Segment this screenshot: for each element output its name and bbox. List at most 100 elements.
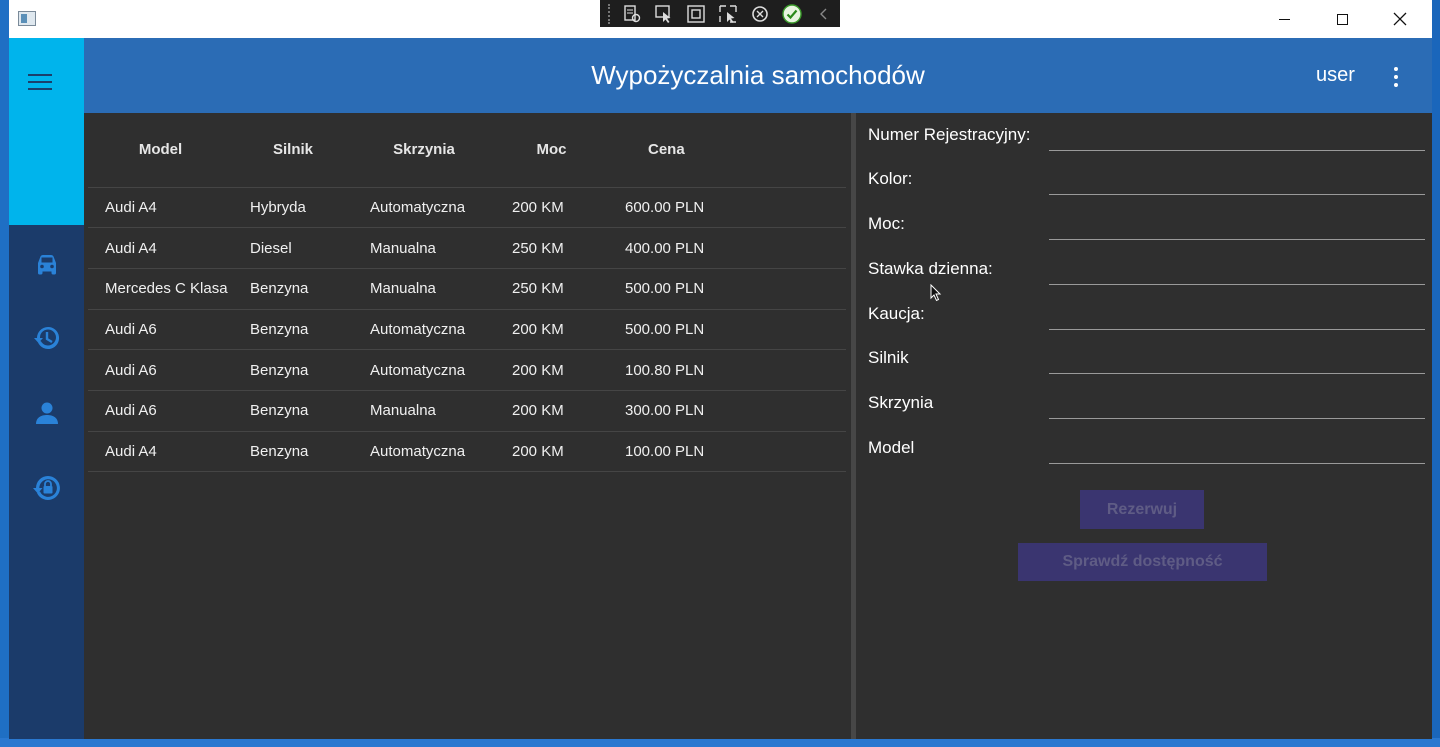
app-window: Wypożyczalnia samochodów user Model Siln… — [9, 0, 1432, 739]
reserve-button[interactable]: Rezerwuj — [1080, 490, 1204, 529]
cell-power: 200 KM — [495, 187, 608, 229]
close-button[interactable] — [1371, 0, 1429, 38]
hamburger-menu-icon[interactable] — [28, 74, 52, 90]
cell-gearbox: Manualna — [353, 227, 495, 269]
check-availability-button[interactable]: Sprawdź dostępność — [1018, 543, 1267, 581]
engine-label: Silnik — [868, 348, 909, 367]
cell-gearbox: Manualna — [353, 268, 495, 310]
toolbar-grip[interactable] — [608, 3, 613, 24]
menu-toggle-area — [9, 38, 84, 225]
cell-model: Audi A6 — [88, 390, 233, 432]
form-row-registration: Numer Rejestracyjny: — [856, 113, 1432, 157]
more-options-icon[interactable] — [1386, 65, 1406, 89]
page-title: Wypożyczalnia samochodów — [591, 60, 925, 90]
cell-gearbox: Manualna — [353, 390, 495, 432]
cell-model: Audi A4 — [88, 187, 233, 229]
person-icon[interactable] — [29, 395, 65, 431]
car-details-form: Numer Rejestracyjny: Kolor: Moc: Stawka … — [856, 113, 1432, 739]
cell-engine: Benzyna — [233, 268, 353, 310]
lock-reset-icon[interactable] — [29, 470, 65, 506]
column-header-price[interactable]: Cena — [608, 113, 846, 188]
close-icon — [1393, 12, 1407, 26]
cars-table: Model Silnik Skrzynia Moc Cena Audi A4 H… — [88, 113, 846, 473]
cell-price: 600.00 PLN — [608, 187, 846, 229]
binding-failures-ok-icon[interactable] — [779, 3, 805, 25]
cell-price: 300.00 PLN — [608, 390, 846, 432]
engine-field[interactable] — [1049, 338, 1425, 374]
cars-table-panel: Model Silnik Skrzynia Moc Cena Audi A4 H… — [84, 113, 852, 739]
cell-power: 250 KM — [495, 227, 608, 269]
cell-model: Audi A4 — [88, 227, 233, 269]
cell-engine: Benzyna — [233, 349, 353, 391]
model-field[interactable] — [1049, 428, 1425, 464]
color-field[interactable] — [1049, 159, 1425, 195]
maximize-icon — [1336, 13, 1348, 25]
cell-power: 200 KM — [495, 349, 608, 391]
table-row[interactable]: Audi A4 Hybryda Automatyczna 200 KM 600.… — [88, 187, 846, 229]
cell-model: Mercedes C Klasa — [88, 268, 233, 310]
cell-engine: Benzyna — [233, 431, 353, 473]
cell-power: 200 KM — [495, 431, 608, 473]
table-row[interactable]: Audi A6 Benzyna Automatyczna 200 KM 500.… — [88, 309, 846, 351]
table-row[interactable]: Audi A6 Benzyna Manualna 200 KM 300.00 P… — [88, 390, 846, 432]
model-label: Model — [868, 438, 915, 457]
desktop-background-bottom — [0, 738, 1440, 747]
form-row-deposit: Kaucja: — [856, 292, 1432, 336]
cell-price: 500.00 PLN — [608, 309, 846, 351]
cell-gearbox: Automatyczna — [353, 309, 495, 351]
cell-engine: Benzyna — [233, 309, 353, 351]
power-field[interactable] — [1049, 204, 1425, 240]
select-element-icon[interactable] — [651, 3, 677, 25]
registration-label: Numer Rejestracyjny: — [868, 125, 1031, 144]
cell-power: 200 KM — [495, 309, 608, 351]
table-row[interactable]: Audi A4 Diesel Manualna 250 KM 400.00 PL… — [88, 227, 846, 269]
cell-gearbox: Automatyczna — [353, 431, 495, 473]
cell-price: 100.80 PLN — [608, 349, 846, 391]
deposit-label: Kaucja: — [868, 304, 925, 323]
form-row-color: Kolor: — [856, 157, 1432, 201]
minimize-icon — [1278, 18, 1290, 20]
power-label: Moc: — [868, 214, 905, 233]
column-header-model[interactable]: Model — [88, 113, 233, 188]
form-row-daily-rate: Stawka dzienna: — [856, 247, 1432, 291]
gearbox-label: Skrzynia — [868, 393, 934, 412]
cell-gearbox: Automatyczna — [353, 349, 495, 391]
desktop-background-right — [1432, 0, 1440, 747]
maximize-button[interactable] — [1313, 0, 1371, 38]
hot-reload-icon[interactable] — [747, 3, 773, 25]
window-titlebar[interactable] — [9, 0, 1432, 38]
cell-model: Audi A6 — [88, 349, 233, 391]
form-row-power: Moc: — [856, 202, 1432, 246]
car-icon[interactable] — [29, 247, 65, 283]
user-name[interactable]: user — [1316, 64, 1355, 87]
track-focused-element-icon[interactable] — [715, 3, 741, 25]
app-window-icon[interactable] — [18, 11, 36, 26]
form-row-model: Model — [856, 426, 1432, 470]
gearbox-field[interactable] — [1049, 383, 1425, 419]
daily-rate-field[interactable] — [1049, 249, 1425, 285]
display-layout-adorners-icon[interactable] — [683, 3, 709, 25]
cell-power: 250 KM — [495, 268, 608, 310]
collapse-chevron-icon[interactable] — [811, 3, 837, 25]
table-row[interactable]: Audi A6 Benzyna Automatyczna 200 KM 100.… — [88, 349, 846, 391]
history-icon[interactable] — [29, 320, 65, 356]
table-row[interactable]: Audi A4 Benzyna Automatyczna 200 KM 100.… — [88, 431, 846, 473]
cell-engine: Diesel — [233, 227, 353, 269]
live-visual-tree-icon[interactable] — [619, 3, 645, 25]
minimize-button[interactable] — [1255, 0, 1313, 38]
cell-model: Audi A4 — [88, 431, 233, 473]
xaml-debug-toolbar — [600, 0, 840, 27]
table-row[interactable]: Mercedes C Klasa Benzyna Manualna 250 KM… — [88, 268, 846, 310]
daily-rate-label: Stawka dzienna: — [868, 259, 993, 278]
column-header-gearbox[interactable]: Skrzynia — [353, 113, 495, 188]
column-header-power[interactable]: Moc — [495, 113, 608, 188]
cell-gearbox: Automatyczna — [353, 187, 495, 229]
cell-price: 100.00 PLN — [608, 431, 846, 473]
cell-power: 200 KM — [495, 390, 608, 432]
registration-field[interactable] — [1049, 115, 1425, 151]
cell-engine: Benzyna — [233, 390, 353, 432]
desktop-background-left — [0, 0, 9, 747]
deposit-field[interactable] — [1049, 294, 1425, 330]
column-header-engine[interactable]: Silnik — [233, 113, 353, 188]
color-label: Kolor: — [868, 169, 913, 188]
